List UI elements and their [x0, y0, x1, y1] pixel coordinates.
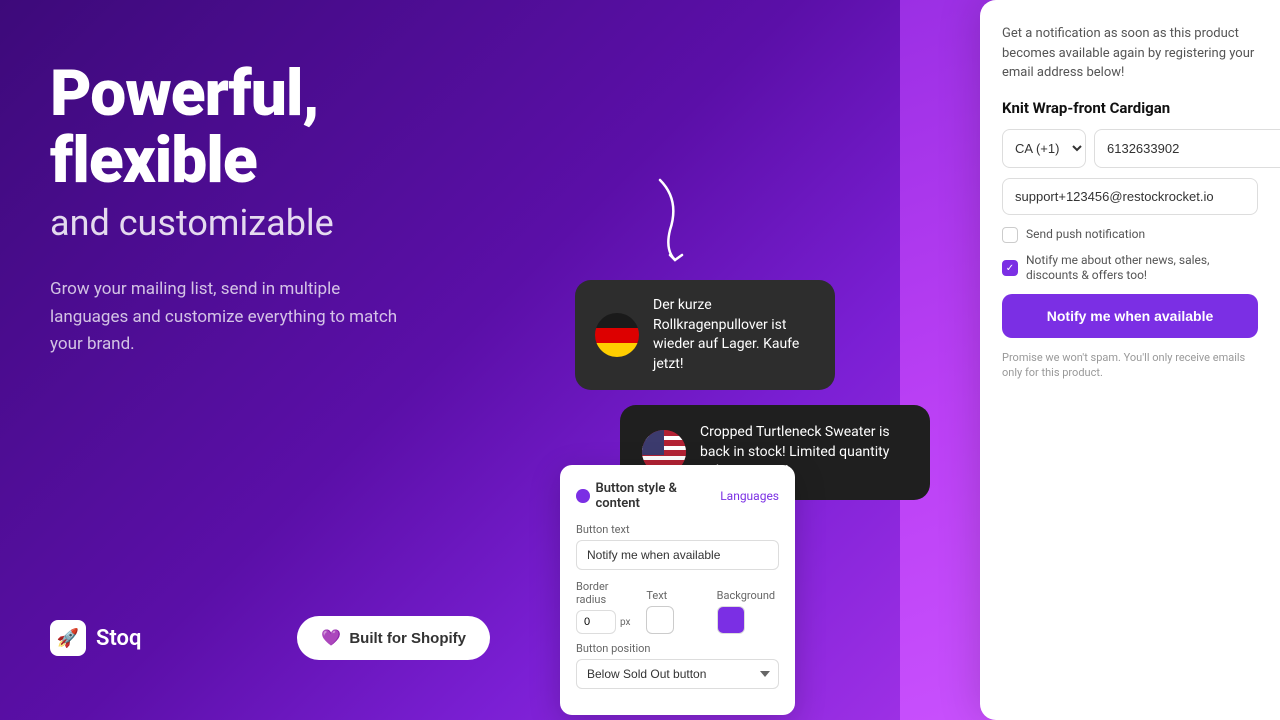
shopify-button[interactable]: 💜 Built for Shopify: [297, 616, 490, 660]
left-section: Powerful, flexible and customizable Grow…: [0, 0, 540, 720]
brand-logo: 🚀 Stoq: [50, 620, 141, 656]
notify-button[interactable]: Notify me when available: [1002, 294, 1258, 338]
card-section-title: Button style & content: [576, 481, 720, 511]
news-checkbox-row: ✓ Notify me about other news, sales, dis…: [1002, 253, 1258, 284]
px-unit: px: [620, 617, 631, 628]
phone-number-input[interactable]: [1094, 129, 1280, 168]
brand-name: Stoq: [96, 626, 141, 651]
shopify-button-label: Built for Shopify: [349, 630, 466, 647]
german-bubble-text: Der kurze Rollkragenpullover ist wieder …: [653, 296, 815, 374]
hero-description: Grow your mailing list, send in multiple…: [50, 276, 420, 358]
news-checkbox[interactable]: ✓: [1002, 260, 1018, 276]
heart-icon: 💜: [321, 628, 341, 648]
button-position-select[interactable]: Below Sold Out button: [576, 659, 779, 689]
button-text-label: Button text: [576, 523, 779, 536]
arrow-decoration: [620, 170, 700, 274]
notification-panel: Get a notification as soon as this produ…: [980, 0, 1280, 720]
brand-icon: 🚀: [50, 620, 86, 656]
button-position-label: Button position: [576, 642, 779, 655]
border-radius-label: Border radius: [576, 580, 638, 606]
push-notification-row: Send push notification: [1002, 227, 1258, 243]
middle-section: Der kurze Rollkragenpullover ist wieder …: [540, 0, 970, 720]
notification-description: Get a notification as soon as this produ…: [1002, 24, 1258, 83]
text-color-box[interactable]: [646, 606, 674, 634]
push-notification-label: Send push notification: [1026, 227, 1145, 243]
bg-color-box[interactable]: [717, 606, 745, 634]
news-checkbox-label: Notify me about other news, sales, disco…: [1026, 253, 1258, 284]
bg-color-label: Background: [717, 589, 779, 602]
product-title: Knit Wrap-front Cardigan: [1002, 99, 1258, 117]
languages-link[interactable]: Languages: [720, 489, 779, 503]
german-flag: [595, 313, 639, 357]
promise-text: Promise we won't spam. You'll only recei…: [1002, 350, 1258, 381]
hero-title-line1: Powerful,: [50, 60, 490, 127]
email-input[interactable]: [1002, 178, 1258, 215]
button-text-input[interactable]: [576, 540, 779, 570]
push-notification-checkbox[interactable]: [1002, 227, 1018, 243]
phone-row: CA (+1): [1002, 129, 1258, 168]
text-color-label: Text: [646, 589, 708, 602]
button-style-card: Button style & content Languages Button …: [560, 465, 795, 715]
phone-country-select[interactable]: CA (+1): [1002, 129, 1086, 168]
settings-icon: [576, 489, 590, 503]
german-notification-bubble: Der kurze Rollkragenpullover ist wieder …: [575, 280, 835, 390]
hero-subtitle: and customizable: [50, 202, 490, 244]
border-radius-input[interactable]: [576, 610, 616, 634]
hero-title-line2: flexible: [50, 127, 490, 194]
